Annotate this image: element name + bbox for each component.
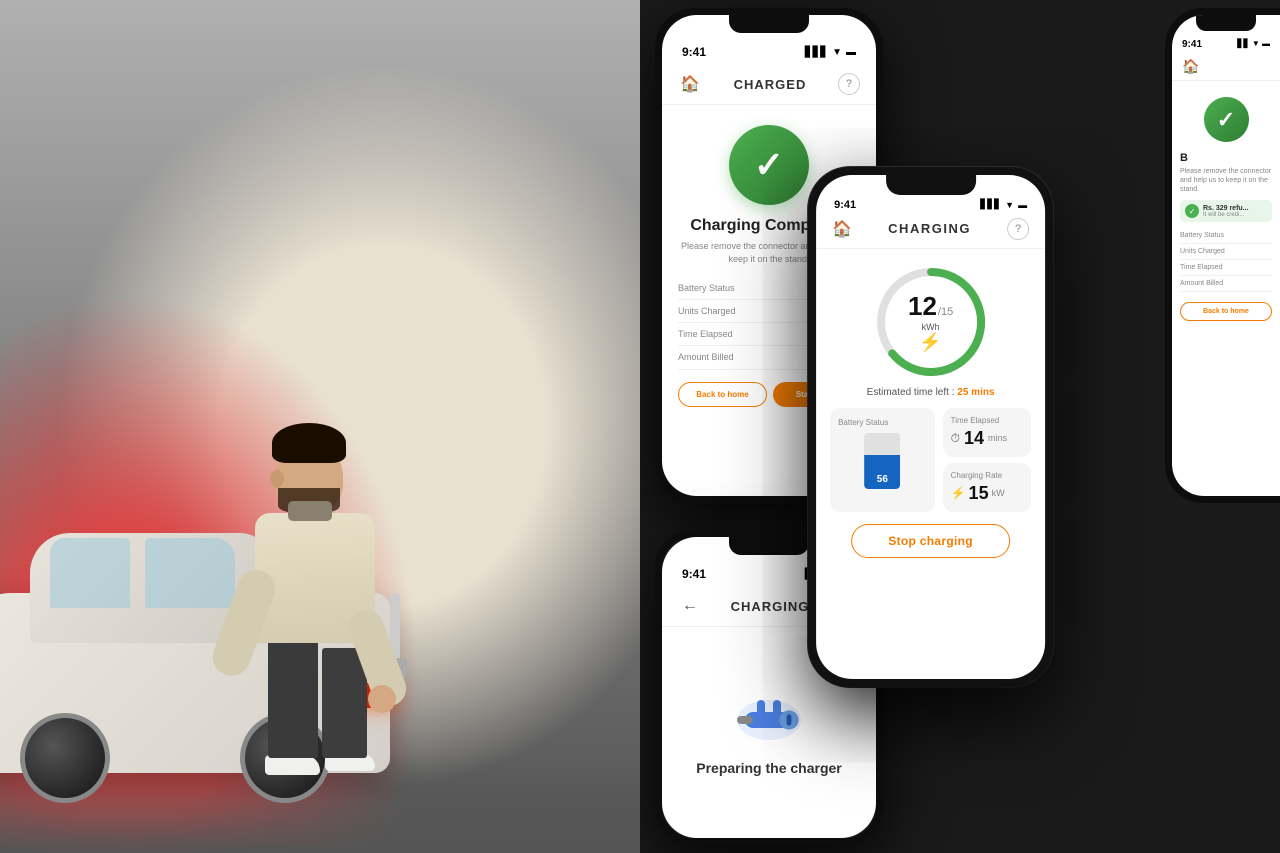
circle-progress: 12 /15 kWh ⚡ [871,262,991,382]
charged-status-time: 9:41 [682,45,706,59]
check-circle: ✓ [729,125,809,205]
units-charged-label: Units Charged [678,306,736,316]
main-status-time: 9:41 [834,199,856,211]
charging-content: 12 /15 kWh ⚡ Estimated time left : 25 mi… [816,249,1045,679]
phone-main-wrap: 9:41 ▋▋▋ ▼ ▬ 🏠 CHARGING ? [808,167,1053,687]
refund-text: Rs. 329 refu... [1203,205,1249,212]
refund-subtext: It will be credi... [1203,212,1249,218]
back-icon[interactable]: ← [678,594,702,618]
charging-rate-unit: kW [992,488,1005,498]
phone-partial: 9:41 ▋▋ ▼ ▬ 🏠 ✓ B Please remove the conn… [1165,8,1280,503]
main-help-icon[interactable]: ? [1007,218,1029,240]
time-elapsed-value: 14 [964,428,984,449]
right-stats: Time Elapsed ⏱ 14 mins Charging R [943,408,1032,512]
partial-b-label: B [1180,152,1272,164]
dark-section: 9:41 ▋▋▋ ▼ ▬ 🏠 CHARGED ? ✓ Char [640,0,1280,853]
charged-header-title: CHARGED [734,77,807,92]
partial-amount-row: Amount Billed [1180,276,1272,292]
rate-stat-box: Charging Rate ⚡ 15 kW [943,463,1032,512]
refund-badge: ✓ Rs. 329 refu... It will be credi... [1180,200,1272,222]
partial-check-icon: ✓ [1204,97,1249,142]
charging-rate-value: 15 [969,483,989,504]
home-icon[interactable]: 🏠 [678,72,702,96]
photo-section [0,0,640,853]
partial-back-to-home-button[interactable]: Back to home [1180,302,1272,321]
circle-unit: kWh [908,322,953,332]
battery-stat-box: Battery Status 56 [830,408,935,512]
charger-plug-icon [729,690,809,750]
partial-signal: ▋▋ ▼ ▬ [1237,39,1270,50]
signal-icon: ▋▋▋ [980,199,1001,210]
main-home-icon[interactable]: 🏠 [832,219,852,239]
amount-billed-label: Amount Billed [678,352,734,363]
battery-visual: 56 [864,433,900,489]
check-icon: ✓ [754,144,784,186]
main-app-header: 🏠 CHARGING ? [816,213,1045,249]
wifi-icon: ▼ [832,47,842,58]
partial-battery-row: Battery Status [1180,228,1272,244]
lightning-bolt-icon: ⚡ [908,332,953,353]
estimated-time: Estimated time left : 25 mins [867,387,995,398]
stats-row: Battery Status 56 Time Elapsed [830,408,1031,512]
charged-app-header: 🏠 CHARGED ? [662,64,876,105]
time-elapsed-label: Time Elapsed [678,329,733,339]
help-icon[interactable]: ? [838,73,860,95]
main-header-title: CHARGING [888,221,971,236]
wifi-icon: ▼ [1005,200,1014,210]
battery-icon: ▬ [1018,200,1027,210]
time-stat-box: Time Elapsed ⏱ 14 mins [943,408,1032,457]
preparing-status-time: 9:41 [682,567,706,581]
phone-charging: 9:41 ▋▋▋ ▼ ▬ 🏠 CHARGING ? [808,167,1053,687]
partial-home-icon[interactable]: 🏠 [1182,58,1199,75]
time-unit: mins [988,433,1007,443]
partial-subtitle: Please remove the connector and help us … [1180,167,1272,194]
partial-status-time: 9:41 [1182,39,1202,50]
circle-total: /15 [938,306,953,318]
battery-stat-label: Battery Status [838,418,927,427]
stop-charging-button[interactable]: Stop charging [851,524,1010,558]
time-elapsed-label: Time Elapsed [951,416,1024,425]
signal-icon: ▋▋▋ [805,47,828,58]
charging-rate-label: Charging Rate [951,471,1024,480]
clock-icon: ⏱ [951,431,960,446]
battery-status-label: Battery Status [678,283,735,293]
partial-units-row: Units Charged [1180,244,1272,260]
bolt-icon: ⚡ [951,486,966,500]
partial-time-row: Time Elapsed [1180,260,1272,276]
preparing-header-title: CHARGING [731,599,810,614]
phone-notch [886,175,976,195]
battery-icon: ▬ [846,47,856,58]
back-to-home-button[interactable]: Back to home [678,382,767,407]
circle-current: 12 [908,291,937,322]
estimated-value: 25 mins [957,387,994,398]
preparing-title: Preparing the charger [696,760,842,776]
battery-percentage: 56 [877,474,888,485]
